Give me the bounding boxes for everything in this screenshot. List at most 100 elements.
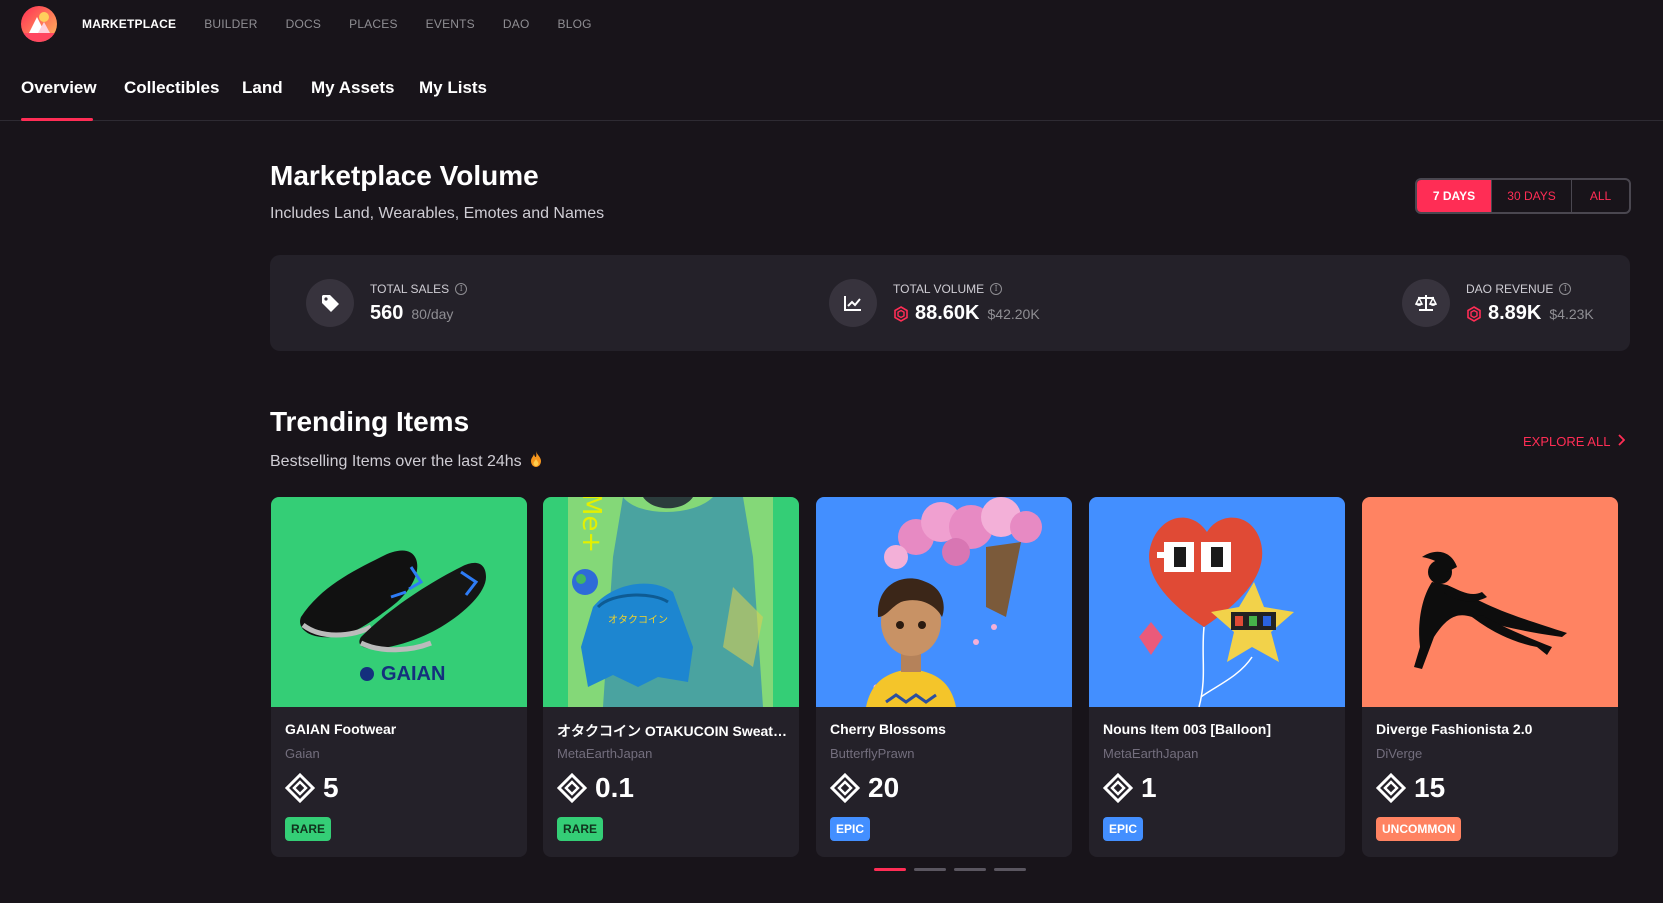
stat-total-sales: TOTAL SALES i 560 80/day — [306, 279, 468, 327]
period-selector: 7 DAYS 30 DAYS ALL — [1415, 178, 1631, 214]
explore-all-link[interactable]: EXPLORE ALL — [1523, 434, 1626, 449]
nav-events[interactable]: EVENTS — [426, 17, 475, 31]
carousel-dot[interactable] — [954, 868, 986, 871]
cherry-blossoms-image — [866, 497, 1042, 707]
top-nav-links: MARKETPLACE BUILDER DOCS PLACES EVENTS D… — [82, 17, 620, 31]
chevron-right-icon — [1618, 434, 1626, 449]
stat-total-volume: TOTAL VOLUME i 88.60K $42.20K — [829, 279, 1040, 327]
item-creator: MetaEarthJapan — [557, 746, 653, 761]
stat-value: 560 — [370, 301, 404, 324]
period-30-days-button[interactable]: 30 DAYS — [1491, 180, 1571, 212]
mana-icon — [1466, 305, 1482, 327]
info-icon[interactable]: i — [1559, 282, 1572, 295]
svg-text:オタクコイン: オタクコイン — [608, 614, 668, 626]
item-price-value: 20 — [868, 772, 900, 803]
tag-icon — [306, 279, 354, 327]
item-name: Nouns Item 003 [Balloon] — [1103, 721, 1272, 737]
carousel-dot[interactable] — [874, 868, 906, 871]
fire-icon — [530, 451, 542, 472]
top-navbar: MARKETPLACE BUILDER DOCS PLACES EVENTS D… — [0, 0, 1663, 48]
item-price-value: 15 — [1414, 772, 1446, 803]
chart-icon — [829, 279, 877, 327]
carousel-pagination — [874, 868, 1026, 871]
nav-blog[interactable]: BLOG — [558, 17, 592, 31]
item-price-value: 1 — [1141, 772, 1157, 803]
period-7-days-button[interactable]: 7 DAYS — [1417, 180, 1491, 212]
brand-text: GAIAN — [381, 663, 446, 685]
item-price: 0.1 — [557, 772, 634, 804]
trending-subtitle-text: Bestselling Items over the last 24hs — [270, 452, 522, 470]
balloon-image — [1139, 517, 1294, 707]
mana-diamond-icon — [1103, 773, 1133, 803]
stat-label: TOTAL SALES — [370, 281, 450, 296]
tab-overview[interactable]: Overview — [21, 78, 97, 98]
item-creator: ButterflyPrawn — [830, 746, 915, 761]
carousel-dot[interactable] — [914, 868, 946, 871]
mana-diamond-icon — [285, 773, 315, 803]
item-card[interactable]: Cherry Blossoms ButterflyPrawn 20 EPIC — [816, 497, 1072, 857]
period-all-button[interactable]: ALL — [1571, 180, 1629, 212]
mana-diamond-icon — [1376, 773, 1406, 803]
item-image: オタクコイン Me+ — [543, 497, 799, 707]
sweatshirt-image: オタクコイン Me+ — [568, 497, 773, 707]
explore-all-label: EXPLORE ALL — [1523, 434, 1611, 449]
item-card[interactable]: Diverge Fashionista 2.0 DiVerge 15 UNCOM… — [1362, 497, 1618, 857]
stat-value: 88.60K — [915, 301, 980, 324]
item-image — [1089, 497, 1345, 707]
sub-tabs: Overview Collectibles Land My Assets My … — [0, 64, 1663, 121]
scale-icon — [1402, 279, 1450, 327]
tab-collectibles[interactable]: Collectibles — [124, 78, 219, 98]
item-price-value: 5 — [323, 772, 339, 803]
mana-diamond-icon — [557, 773, 587, 803]
svg-text:Me+: Me+ — [576, 497, 606, 553]
rarity-badge: RARE — [557, 817, 604, 841]
tab-my-lists[interactable]: My Lists — [419, 78, 487, 98]
trending-subtitle: Bestselling Items over the last 24hs — [270, 451, 542, 472]
mana-icon — [893, 305, 909, 327]
item-price: 1 — [1103, 772, 1157, 804]
trending-title: Trending Items — [270, 406, 470, 437]
item-card[interactable]: オタクコイン Me+ オタクコイン OTAKUCOIN Sweats... Me… — [543, 497, 799, 857]
nav-dao[interactable]: DAO — [503, 17, 530, 31]
rarity-badge: EPIC — [1103, 817, 1144, 841]
item-name: オタクコイン OTAKUCOIN Sweats... — [557, 723, 787, 739]
stat-sub: 80/day — [411, 305, 454, 322]
volume-title: Marketplace Volume — [270, 160, 539, 191]
item-name: GAIAN Footwear — [285, 721, 397, 737]
tab-my-assets[interactable]: My Assets — [311, 78, 394, 98]
stat-sub: $4.23K — [1549, 305, 1594, 322]
nav-marketplace[interactable]: MARKETPLACE — [82, 17, 176, 31]
item-card[interactable]: Nouns Item 003 [Balloon] MetaEarthJapan … — [1089, 497, 1345, 857]
rarity-badge: EPIC — [830, 817, 871, 841]
item-image: GAIAN — [271, 497, 527, 707]
item-creator: DiVerge — [1376, 746, 1423, 761]
item-price-value: 0.1 — [595, 772, 634, 803]
item-creator: Gaian — [285, 746, 320, 761]
volume-subtitle: Includes Land, Wearables, Emotes and Nam… — [270, 205, 605, 222]
carousel-dot[interactable] — [994, 868, 1026, 871]
rarity-badge: UNCOMMON — [1376, 817, 1462, 841]
tab-land[interactable]: Land — [242, 78, 283, 98]
decentraland-logo[interactable] — [21, 6, 57, 42]
info-icon[interactable]: i — [455, 282, 468, 295]
item-creator: MetaEarthJapan — [1103, 746, 1199, 761]
stat-label: DAO REVENUE — [1466, 281, 1554, 296]
item-price: 5 — [285, 772, 339, 804]
rarity-badge: RARE — [285, 817, 332, 841]
active-tab-indicator — [21, 118, 93, 121]
info-icon[interactable]: i — [990, 282, 1003, 295]
silhouette-image — [1414, 551, 1567, 669]
stat-dao-revenue: DAO REVENUE i 8.89K $4.23K — [1402, 279, 1594, 327]
nav-builder[interactable]: BUILDER — [204, 17, 257, 31]
stat-value: 8.89K — [1488, 301, 1542, 324]
item-name: Diverge Fashionista 2.0 — [1376, 721, 1533, 737]
item-price: 20 — [830, 772, 899, 804]
stats-panel: TOTAL SALES i 560 80/day TOTAL VOLUME i 88… — [270, 255, 1630, 351]
item-image — [816, 497, 1072, 707]
stat-label: TOTAL VOLUME — [893, 281, 985, 296]
item-price: 15 — [1376, 772, 1445, 804]
item-card[interactable]: GAIAN GAIAN Footwear Gaian 5 RARE — [271, 497, 527, 857]
mana-diamond-icon — [830, 773, 860, 803]
nav-places[interactable]: PLACES — [349, 17, 398, 31]
nav-docs[interactable]: DOCS — [286, 17, 321, 31]
